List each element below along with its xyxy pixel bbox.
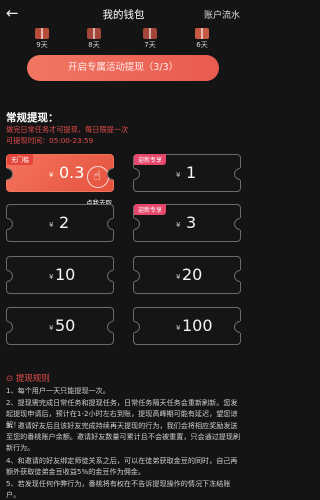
withdraw-card-3[interactable]: 迎新专享 ¥ 3 (133, 204, 241, 242)
day-item: 9天 (22, 28, 62, 50)
currency-symbol: ¥ (49, 324, 54, 332)
currency-symbol: ¥ (49, 273, 54, 281)
day-label: 6天 (196, 41, 208, 49)
card-amount: 20 (182, 265, 203, 284)
section-title: 常规提现： (6, 112, 59, 124)
info-icon: ⊙ (6, 374, 14, 384)
withdraw-warning: 做完日常任务才可提现，每日限提一次 (6, 125, 129, 134)
currency-symbol: ¥ (176, 273, 181, 281)
rules-heading-text: 提现规则 (15, 374, 50, 384)
gift-icon (35, 28, 49, 39)
card-tag: 迎新专享 (134, 204, 167, 215)
card-amount: 0.3 (59, 163, 85, 182)
day-label: 9天 (36, 41, 48, 49)
rule-item: 5、若发现任何作弊行为，番桃将有权在不告诉提现操作的情况下冻结账户。 (6, 479, 231, 499)
day-label: 8天 (88, 41, 100, 49)
withdraw-card-100[interactable]: ¥ 100 (133, 307, 241, 345)
withdraw-card-20[interactable]: ¥ 20 (133, 256, 241, 294)
card-amount: 1 (186, 163, 197, 182)
day-label: 7天 (144, 41, 156, 49)
card-amount: 2 (59, 213, 70, 232)
withdraw-card-1[interactable]: 迎新专享 ¥ 1 (133, 154, 241, 192)
currency-symbol: ¥ (176, 171, 181, 179)
rule-item: 4、和邀请的好友绑定师徒关系之后，可以在徒弟获取金豆的同时，自己再额外获取徒弟金… (6, 456, 238, 476)
card-amount: 3 (186, 213, 197, 232)
gift-icon (195, 28, 209, 39)
card-tag: 无门槛 (7, 154, 34, 165)
gift-icon (143, 28, 157, 39)
account-ledger-link[interactable]: 账户流水 (204, 8, 240, 21)
withdraw-card-2[interactable]: ¥ 2 (6, 204, 114, 242)
withdraw-card-0.3[interactable]: 无门槛 ¥ 0.3 ☝ (6, 154, 114, 192)
withdraw-card-10[interactable]: ¥ 10 (6, 256, 114, 294)
currency-symbol: ¥ (176, 324, 181, 332)
day-item: 6天 (182, 28, 222, 50)
currency-symbol: ¥ (49, 221, 54, 229)
currency-symbol: ¥ (176, 221, 181, 229)
top-bar: ← 我的钱包 账户流水 (0, 0, 247, 26)
tap-hand-icon: ☝ (87, 166, 109, 188)
checkin-days-strip: 9天 8天 7天 6天 (0, 28, 247, 50)
rule-item: 3、邀请好友后且该好友完成持续再天提现的行为，我们会将相应奖励发送至您的番桃账户… (6, 421, 241, 452)
rule-item: 1、每个用户一天只能提现一次。 (6, 386, 110, 395)
card-amount: 50 (55, 316, 76, 335)
withdraw-card-50[interactable]: ¥ 50 (6, 307, 114, 345)
rules-heading: ⊙ 提现规则 (6, 372, 50, 384)
exclusive-withdraw-button[interactable]: 开启专属活动提现（3/3） (27, 55, 219, 81)
gift-icon (87, 28, 101, 39)
card-tag: 迎新专享 (134, 154, 167, 165)
card-amount: 10 (55, 265, 76, 284)
day-item: 7天 (130, 28, 170, 50)
card-amount: 100 (182, 316, 213, 335)
currency-symbol: ¥ (49, 171, 54, 179)
day-item: 8天 (74, 28, 114, 50)
withdraw-time: 可提现时间：05:00-23:59 (6, 136, 94, 145)
